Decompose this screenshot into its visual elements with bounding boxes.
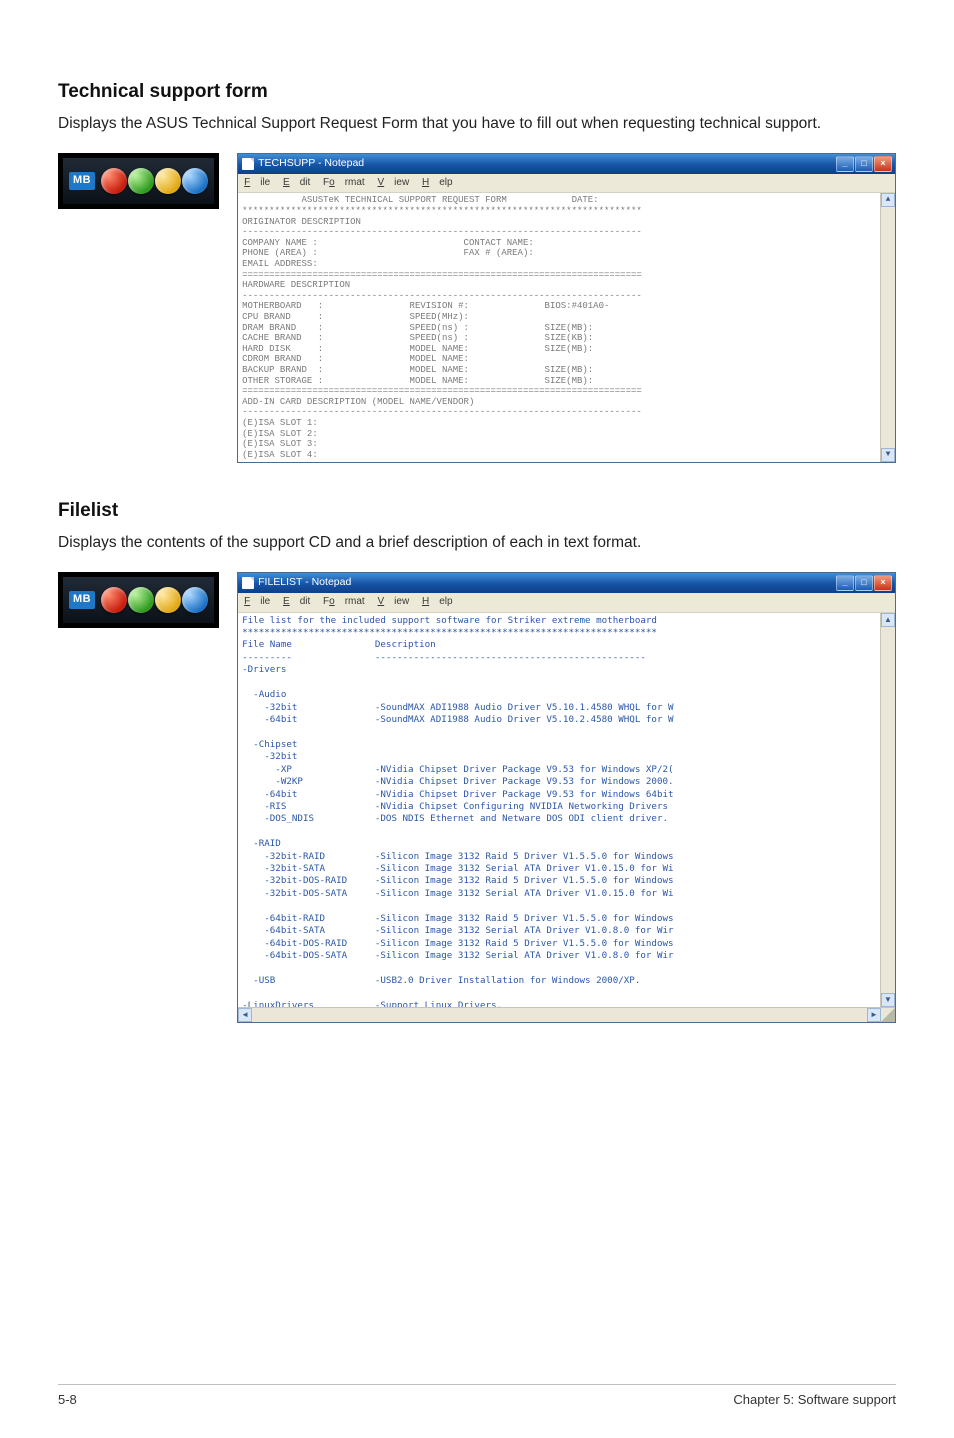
scroll-down-icon[interactable]: ▼ [881,448,895,462]
cd-thumb-techsupport: MB [58,153,219,209]
orb-green-icon [128,587,154,613]
orb-yellow-icon [155,168,181,194]
figure-filelist: MB FILELIST - Notepad _ □ × [58,572,896,1023]
notepad-window-techsupp: TECHSUPP - Notepad _ □ × File Edit Forma… [237,153,896,464]
orb-blue-icon [182,587,208,613]
orb-blue-icon [182,168,208,194]
minimize-button[interactable]: _ [836,156,854,172]
notepad-window-filelist: FILELIST - Notepad _ □ × File Edit Forma… [237,572,896,1023]
scroll-up-icon[interactable]: ▲ [881,193,895,207]
minimize-button[interactable]: _ [836,575,854,591]
figure-techsupport: MB TECHSUPP - Notepad _ □ × [58,153,896,464]
menubar[interactable]: File Edit Format View Help [238,174,895,194]
vertical-scrollbar[interactable]: ▲ ▼ [880,193,895,462]
menu-format[interactable]: Format [323,596,365,607]
menu-view[interactable]: View [377,177,409,188]
cd-thumb-filelist: MB [58,572,219,628]
orb-red-icon [101,168,127,194]
window-title: FILELIST - Notepad [258,575,351,590]
menu-edit[interactable]: Edit [283,177,310,188]
notepad-icon [242,158,254,170]
orb-green-icon [128,168,154,194]
page-number: 5-8 [58,1391,77,1410]
heading-techsupport: Technical support form [58,78,896,106]
lead-techsupport: Displays the ASUS Technical Support Requ… [58,112,896,135]
window-title: TECHSUPP - Notepad [258,156,364,171]
menu-file[interactable]: File [244,596,270,607]
menu-format[interactable]: Format [323,177,365,188]
menubar[interactable]: File Edit Format View Help [238,593,895,613]
close-button[interactable]: × [874,575,892,591]
close-button[interactable]: × [874,156,892,172]
notepad-icon [242,577,254,589]
notepad-content-techsupp[interactable]: ASUSTeK TECHNICAL SUPPORT REQUEST FORM D… [238,193,895,462]
titlebar[interactable]: TECHSUPP - Notepad _ □ × [238,154,895,174]
orb-yellow-icon [155,587,181,613]
menu-file[interactable]: File [244,177,270,188]
scroll-right-icon[interactable]: ► [867,1008,881,1022]
notepad-content-filelist[interactable]: File list for the included support softw… [238,613,895,1007]
mb-badge: MB [69,591,95,609]
vertical-scrollbar[interactable]: ▲ ▼ [880,613,895,1007]
page-footer: 5-8 Chapter 5: Software support [58,1384,896,1410]
menu-edit[interactable]: Edit [283,596,310,607]
horizontal-scrollbar[interactable]: ◄ ► [238,1007,895,1022]
menu-view[interactable]: View [377,596,409,607]
cd-inner: MB [63,577,214,623]
heading-filelist: Filelist [58,497,896,525]
scroll-down-icon[interactable]: ▼ [881,993,895,1007]
menu-help[interactable]: Help [422,177,453,188]
orb-red-icon [101,587,127,613]
mb-badge: MB [69,172,95,190]
chapter-label: Chapter 5: Software support [733,1391,896,1410]
resize-grip-icon[interactable] [881,1008,895,1022]
scroll-left-icon[interactable]: ◄ [238,1008,252,1022]
orbs-row [101,587,208,613]
maximize-button[interactable]: □ [855,575,873,591]
scroll-up-icon[interactable]: ▲ [881,613,895,627]
menu-help[interactable]: Help [422,596,453,607]
cd-inner: MB [63,158,214,204]
titlebar[interactable]: FILELIST - Notepad _ □ × [238,573,895,593]
lead-filelist: Displays the contents of the support CD … [58,531,896,554]
orbs-row [101,168,208,194]
maximize-button[interactable]: □ [855,156,873,172]
